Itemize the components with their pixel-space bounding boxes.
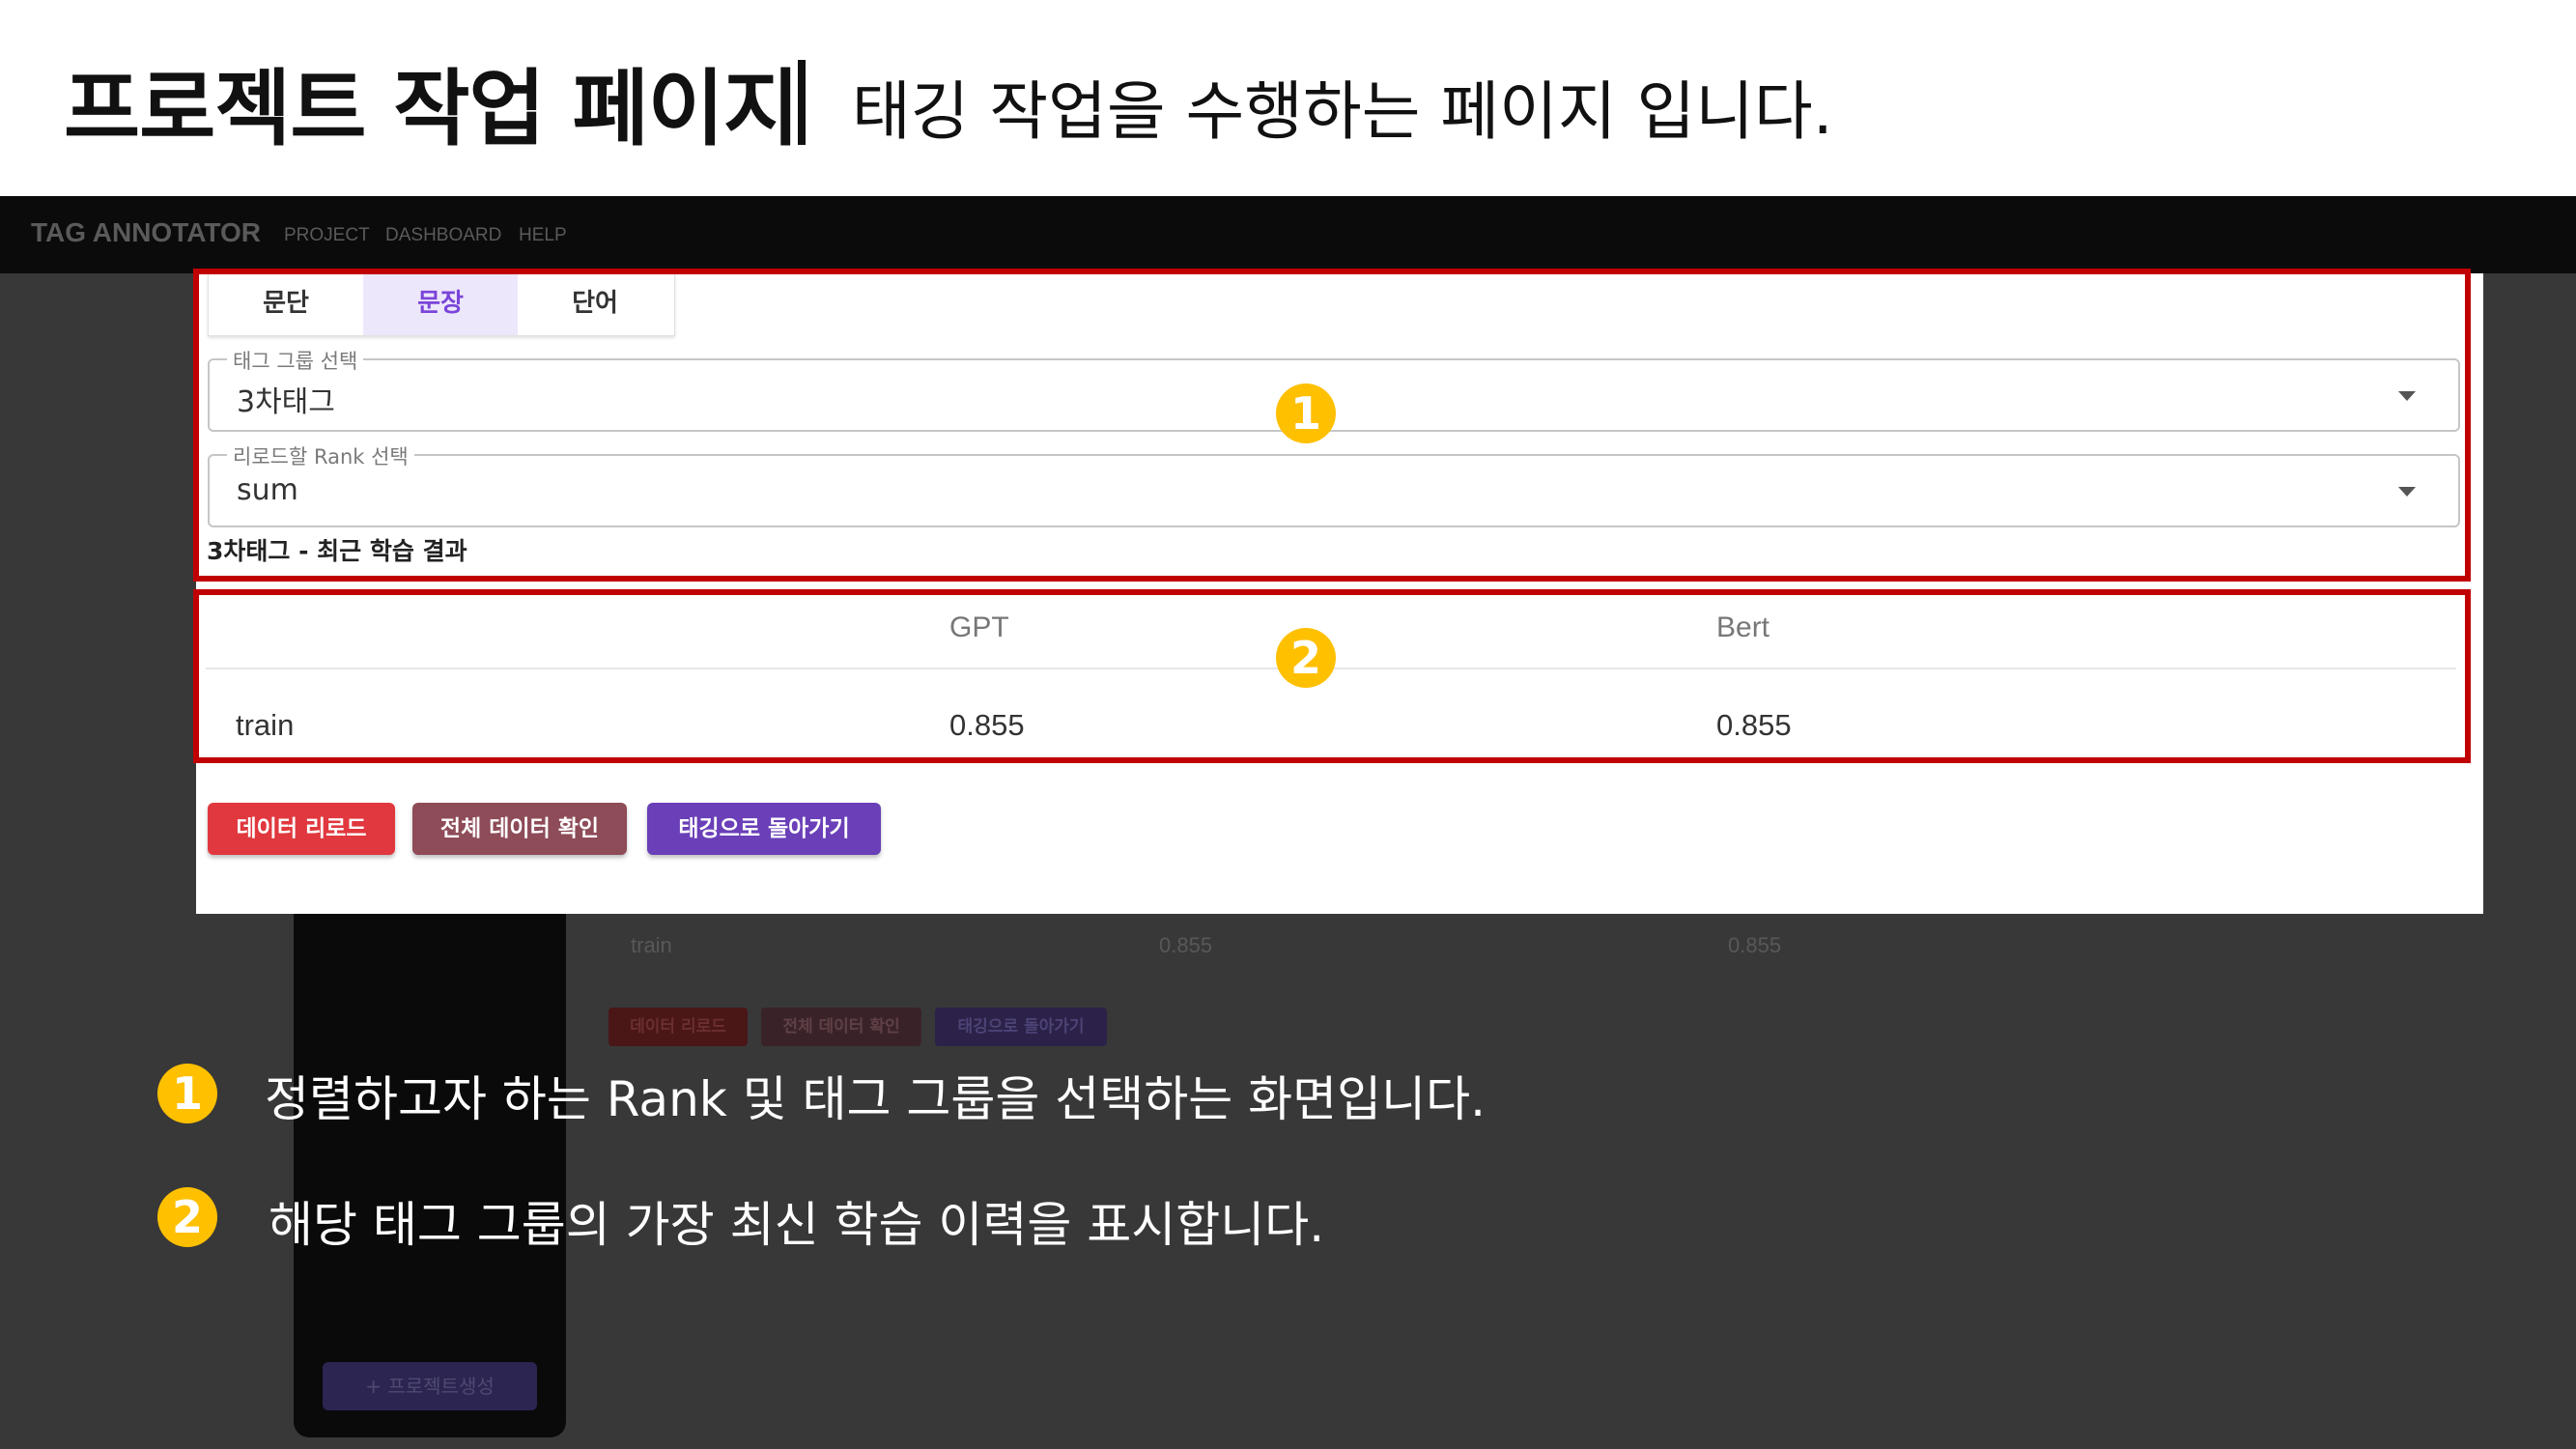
bg-row-bert: 0.855 — [1728, 933, 1782, 957]
title-separator — [798, 60, 806, 145]
badge-1-icon: 1 — [1276, 384, 1336, 443]
reload-data-button[interactable]: 데이터 리로드 — [208, 803, 395, 855]
desc-badge-1-icon: 1 — [157, 1064, 217, 1123]
description-1: 정렬하고자 하는 Rank 및 태그 그룹을 선택하는 화면입니다. — [265, 1071, 1486, 1127]
new-project-button[interactable]: + 프로젝트생성 — [323, 1362, 537, 1410]
badge-2-icon: 2 — [1276, 628, 1336, 688]
slide-header: 프로젝트 작업 페이지 태깅 작업을 수행하는 페이지 입니다. — [0, 0, 2576, 196]
nav-project[interactable]: PROJECT — [284, 225, 370, 246]
dimmed-sidebar — [294, 869, 566, 1437]
highlight-box-2 — [193, 589, 2471, 763]
slide-title: 프로젝트 작업 페이지 — [64, 61, 800, 157]
view-all-data-button[interactable]: 전체 데이터 확인 — [412, 803, 627, 855]
app-top-bar: TAG ANNOTATOR PROJECT DASHBOARD HELP — [0, 196, 2576, 273]
slide-subtitle: 태깅 작업을 수행하는 페이지 입니다. — [852, 74, 1833, 149]
back-to-tagging-button[interactable]: 태깅으로 돌아가기 — [647, 803, 881, 855]
bg-row-gpt: 0.855 — [1159, 933, 1213, 957]
nav-dashboard[interactable]: DASHBOARD — [385, 225, 501, 246]
app-logo: TAG ANNOTATOR — [31, 217, 261, 247]
nav-help[interactable]: HELP — [519, 225, 567, 246]
bg-row-label: train — [631, 933, 672, 957]
description-2: 해당 태그 그룹의 가장 최신 학습 이력을 표시합니다. — [269, 1197, 1325, 1253]
bg-view-all-button: 전체 데이터 확인 — [761, 1008, 921, 1046]
bg-back-button: 태깅으로 돌아가기 — [935, 1008, 1107, 1046]
bg-reload-button: 데이터 리로드 — [609, 1008, 748, 1046]
desc-badge-2-icon: 2 — [157, 1187, 217, 1247]
